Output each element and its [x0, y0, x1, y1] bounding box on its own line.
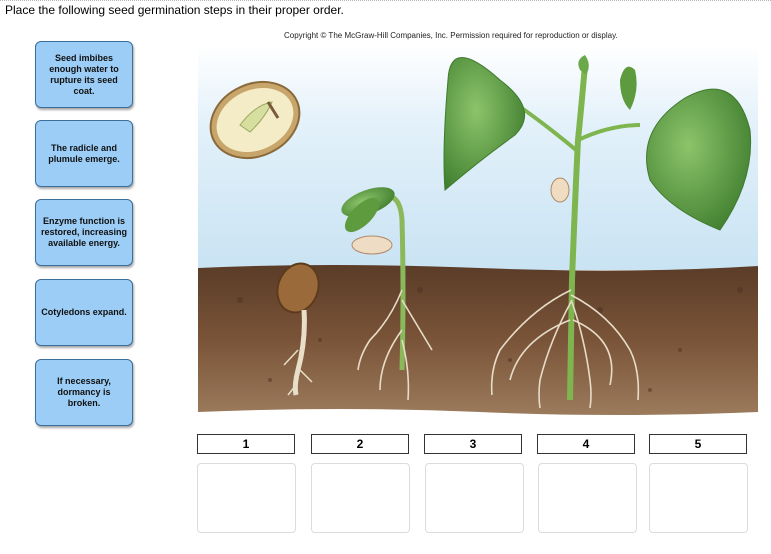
drop-zone-5[interactable] [649, 463, 748, 533]
top-divider [0, 0, 771, 1]
slot-number-label: 1 [197, 434, 295, 454]
instruction-text: Place the following seed germination ste… [5, 3, 344, 17]
slot-number-label: 2 [311, 434, 409, 454]
draggable-step-card[interactable]: Cotyledons expand. [35, 279, 133, 346]
drop-zone-2[interactable] [311, 463, 410, 533]
slot-number-label: 4 [537, 434, 635, 454]
drop-zone-3[interactable] [425, 463, 524, 533]
draggable-step-card[interactable]: Seed imbibes enough water to rupture its… [35, 41, 133, 108]
slot-number-label: 3 [424, 434, 522, 454]
draggable-step-card[interactable]: The radicle and plumule emerge. [35, 120, 133, 187]
drop-zone-1[interactable] [197, 463, 296, 533]
draggable-step-card[interactable]: Enzyme function is restored, increasing … [35, 199, 133, 266]
drop-zone-4[interactable] [538, 463, 637, 533]
slot-number-label: 5 [649, 434, 747, 454]
seed-germination-illustration [198, 45, 758, 415]
draggable-step-card[interactable]: If necessary, dormancy is broken. [35, 359, 133, 426]
